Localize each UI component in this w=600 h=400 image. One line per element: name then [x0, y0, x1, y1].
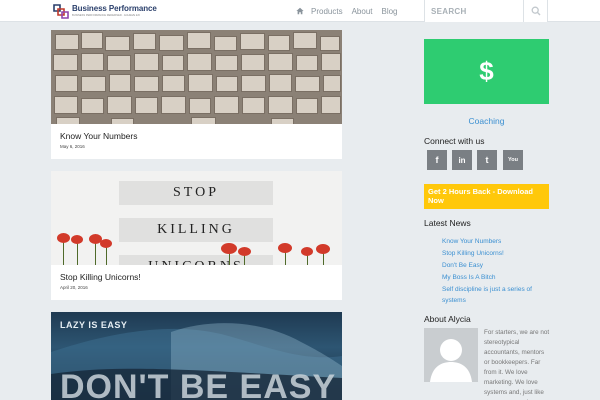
youtube-icon[interactable]: You [503, 150, 523, 170]
home-icon[interactable] [296, 7, 304, 15]
search-icon [531, 6, 540, 16]
nav-products[interactable]: Products [311, 7, 343, 16]
news-link[interactable]: Self discipline is just a series of syst… [442, 284, 552, 306]
post-image-stop-killing-unicorns[interactable]: STOP KILLING UNICORNS [51, 171, 342, 265]
news-link[interactable]: Don't Be Easy [442, 260, 552, 272]
about-text: For starters, we are not stereotypical a… [484, 329, 550, 400]
image-word: UNICORNS [119, 255, 273, 265]
search-box [424, 0, 548, 22]
about-heading: About Alycia [424, 314, 471, 324]
twitter-icon[interactable]: t [477, 150, 497, 170]
search-button[interactable] [523, 0, 547, 22]
nav-about[interactable]: About [352, 7, 373, 16]
news-link[interactable]: Know Your Numbers [442, 236, 552, 248]
dollar-icon: $ [479, 56, 494, 86]
download-button[interactable]: Get 2 Hours Back - Download Now [424, 184, 549, 209]
news-link[interactable]: My Boss Is A Bitch [442, 272, 552, 284]
facebook-icon[interactable]: f [427, 150, 447, 170]
connect-heading: Connect with us [424, 136, 485, 146]
search-input[interactable] [425, 0, 523, 22]
image-text-big: DON'T BE EASY [60, 368, 337, 400]
coaching-link[interactable]: Coaching [424, 116, 549, 126]
latest-news-list: Know Your Numbers Stop Killing Unicorns!… [442, 236, 552, 306]
avatar [424, 328, 478, 382]
post-title[interactable]: Stop Killing Unicorns! [60, 272, 141, 282]
logo-tagline: BUSINESS PERFORMANCE REDEFINED · ACHIEVE… [72, 14, 140, 17]
image-word: KILLING [119, 218, 273, 242]
image-text-small: LAZY IS EASY [60, 320, 128, 330]
post-title[interactable]: Know Your Numbers [60, 131, 138, 141]
avatar-placeholder-icon [430, 339, 472, 382]
post-card[interactable]: LAZY IS EASY DON'T BE EASY [51, 312, 342, 400]
post-image-books[interactable] [51, 30, 342, 124]
top-bar: Business Performance BUSINESS PERFORMANC… [0, 0, 600, 22]
linkedin-icon[interactable]: in [452, 150, 472, 170]
news-link[interactable]: Stop Killing Unicorns! [442, 248, 552, 260]
post-image-dont-be-easy[interactable]: LAZY IS EASY DON'T BE EASY [51, 312, 342, 400]
latest-news-heading: Latest News [424, 218, 471, 228]
logo-mark-icon [53, 4, 69, 19]
coaching-cta-box[interactable]: $ [424, 39, 549, 104]
logo-name: Business Performance [72, 4, 157, 13]
nav-blog[interactable]: Blog [381, 7, 397, 16]
main-nav: Products About Blog [296, 0, 407, 22]
image-word: STOP [119, 181, 273, 205]
post-card[interactable]: STOP KILLING UNICORNS Stop Killing Unico… [51, 171, 342, 300]
post-date: May 6, 2016 [60, 144, 85, 149]
post-date: April 20, 2016 [60, 285, 88, 290]
site-logo[interactable]: Business Performance BUSINESS PERFORMANC… [52, 2, 157, 20]
post-card[interactable]: Know Your Numbers May 6, 2016 [51, 30, 342, 159]
